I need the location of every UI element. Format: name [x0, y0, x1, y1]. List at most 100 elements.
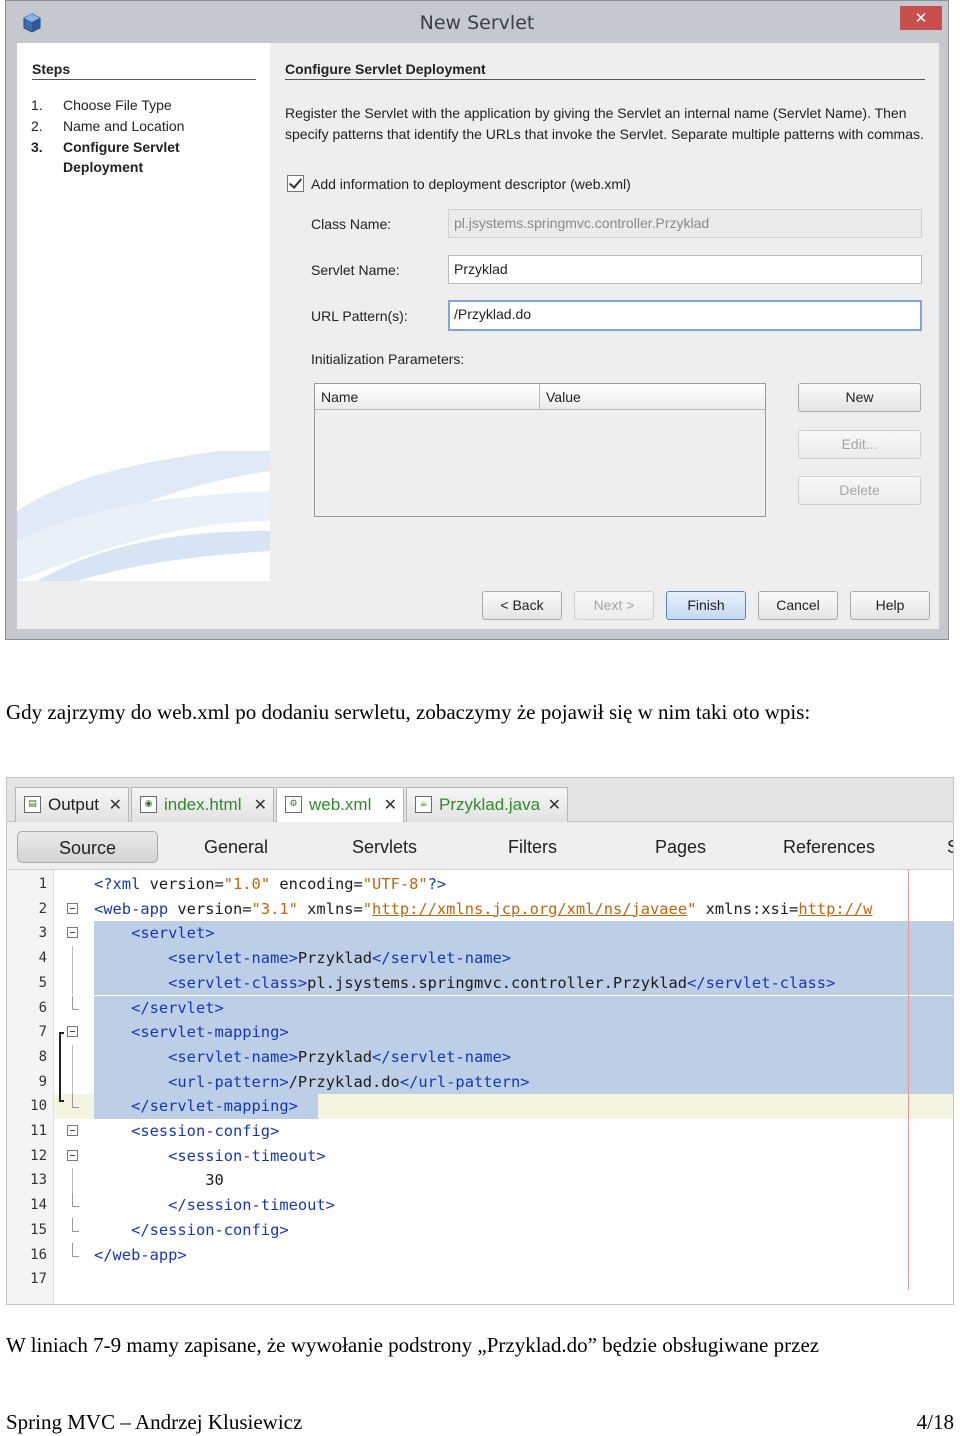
view-tab-references[interactable]: References	[783, 831, 875, 863]
code-line[interactable]: 6 </servlet>	[7, 995, 953, 1021]
line-number: 12	[30, 1147, 47, 1164]
code-text[interactable]: </servlet>	[94, 996, 224, 1021]
finish-button[interactable]: Finish	[666, 591, 746, 620]
back-button[interactable]: < Back	[482, 591, 562, 620]
fold-collapse-icon[interactable]	[67, 1149, 78, 1161]
line-number: 13	[30, 1172, 47, 1189]
selection-highlight	[94, 921, 953, 947]
close-icon[interactable]: ✕	[548, 788, 561, 821]
code-text[interactable]: <web-app version="3.1" xmlns="http://xml…	[94, 897, 872, 922]
fold-end-marker	[72, 1094, 79, 1109]
step-item: 2. Name and Location	[31, 116, 243, 136]
code-text[interactable]: <servlet-mapping>	[94, 1020, 289, 1045]
code-line[interactable]: 7 <servlet-mapping>	[7, 1020, 953, 1045]
code-line[interactable]: 13 30	[7, 1168, 953, 1194]
code-line[interactable]: 15 </session-config>	[7, 1217, 953, 1243]
tab-index-html[interactable]: ◉ index.html ✕	[131, 787, 274, 822]
fold-guide	[72, 1069, 73, 1095]
fold-collapse-icon[interactable]	[67, 902, 78, 914]
fold-collapse-icon[interactable]	[67, 1125, 78, 1136]
close-icon[interactable]: ✕	[109, 788, 122, 821]
step-label: Choose File Type	[63, 97, 172, 113]
code-area[interactable]: 1 <?xml version="1.0" encoding="UTF-8"?> 2…	[7, 870, 953, 1304]
code-line[interactable]: 14 </session-timeout>	[7, 1193, 953, 1218]
code-line[interactable]: 1 <?xml version="1.0" encoding="UTF-8"?>	[7, 872, 953, 897]
code-line[interactable]: 16 </web-app>	[7, 1242, 953, 1268]
edit-param-button[interactable]: Edit...	[798, 430, 921, 459]
new-param-button[interactable]: New	[798, 383, 921, 412]
tab-przyklad-java[interactable]: ☕ Przyklad.java ✕	[406, 787, 568, 822]
view-tab-source[interactable]: Source	[17, 831, 158, 863]
code-editor: ▤ Output ✕ ◉ index.html ✕ ⚙ web.xml ✕ ☕ …	[6, 777, 954, 1305]
close-icon[interactable]: ✕	[254, 788, 267, 821]
code-line[interactable]: 9 <url-pattern>/Przyklad.do</url-pattern…	[7, 1069, 953, 1095]
next-button[interactable]: Next >	[574, 591, 654, 620]
right-margin-guide	[908, 870, 909, 1290]
fold-end-marker	[72, 995, 79, 1010]
code-text[interactable]: </servlet-mapping>	[94, 1094, 298, 1119]
fold-end-marker	[72, 1242, 79, 1257]
delete-param-button[interactable]: Delete	[798, 476, 921, 505]
code-text[interactable]: 30	[94, 1168, 224, 1193]
close-icon[interactable]: ✕	[384, 788, 397, 821]
view-tab-security[interactable]: S	[947, 831, 953, 863]
column-header-value[interactable]: Value	[540, 384, 765, 410]
code-line[interactable]: 5 <servlet-class>pl.jsystems.springmvc.c…	[7, 970, 953, 996]
close-button[interactable]: ✕	[900, 6, 942, 30]
code-line[interactable]: 11 <session-config>	[7, 1119, 953, 1144]
code-text[interactable]: <servlet-name>Przyklad</servlet-name>	[94, 1045, 511, 1070]
tab-label: web.xml	[309, 795, 372, 814]
view-tab-filters[interactable]: Filters	[508, 831, 557, 863]
fold-collapse-icon[interactable]	[67, 927, 78, 939]
page-number: 4/18	[916, 1410, 954, 1434]
code-line[interactable]: 3 <servlet>	[7, 921, 953, 947]
view-tab-bar: Source General Servlets Filters Pages Re…	[7, 822, 953, 870]
dialog-title: New Servlet	[419, 12, 535, 34]
section-divider	[285, 79, 925, 80]
code-line[interactable]: 10 </servlet-mapping>	[7, 1094, 953, 1119]
tab-label: Output	[48, 795, 100, 814]
view-tab-general[interactable]: General	[204, 831, 268, 863]
column-header-name[interactable]: Name	[315, 384, 540, 410]
tab-web-xml[interactable]: ⚙ web.xml ✕	[276, 787, 404, 822]
code-text[interactable]: </session-config>	[94, 1218, 289, 1243]
view-tab-servlets[interactable]: Servlets	[352, 831, 417, 863]
init-params-label: Initialization Parameters:	[311, 351, 465, 367]
line-number: 4	[38, 950, 47, 967]
fold-collapse-icon[interactable]	[67, 1026, 78, 1038]
view-tab-pages[interactable]: Pages	[655, 831, 706, 863]
paragraph-explanation: W liniach 7-9 mamy zapisane, że wywołani…	[6, 1333, 820, 1357]
code-line[interactable]: 4 <servlet-name>Przyklad</servlet-name>	[7, 946, 953, 971]
code-text[interactable]: <servlet-name>Przyklad</servlet-name>	[94, 946, 511, 971]
tab-output[interactable]: ▤ Output ✕	[15, 787, 129, 822]
cancel-button[interactable]: Cancel	[758, 591, 838, 620]
java-file-icon: ☕	[415, 796, 432, 813]
code-line[interactable]: 8 <servlet-name>Przyklad</servlet-name>	[7, 1044, 953, 1070]
code-text[interactable]: </web-app>	[94, 1243, 187, 1268]
line-number: 8	[38, 1048, 47, 1065]
code-text[interactable]: <session-timeout>	[94, 1144, 326, 1169]
code-line[interactable]: 12 <session-timeout>	[7, 1144, 953, 1169]
servlet-name-field[interactable]: Przyklad	[448, 255, 922, 284]
code-text[interactable]: <servlet-class>pl.jsystems.springmvc.con…	[94, 971, 835, 996]
add-info-checkbox[interactable]	[287, 175, 304, 192]
url-pattern-field[interactable]: /Przyklad.do	[448, 300, 922, 331]
help-button[interactable]: Help	[850, 591, 930, 620]
fold-guide	[72, 946, 73, 971]
line-number: 3	[38, 925, 47, 942]
line-number: 1	[38, 876, 47, 892]
init-params-table[interactable]: Name Value	[314, 383, 766, 517]
code-text[interactable]: <servlet>	[94, 921, 214, 946]
add-info-checkbox-row[interactable]: Add information to deployment descriptor…	[287, 175, 631, 192]
xml-file-icon: ⚙	[285, 796, 302, 813]
code-text[interactable]: <url-pattern>/Przyklad.do</url-pattern>	[94, 1070, 529, 1095]
code-text[interactable]: <?xml version="1.0" encoding="UTF-8"?>	[94, 872, 446, 897]
description-text: Register the Servlet with the applicatio…	[285, 105, 924, 142]
line-number: 5	[38, 974, 47, 991]
code-line[interactable]: 17	[7, 1267, 953, 1292]
code-text[interactable]: <session-config>	[94, 1119, 279, 1144]
title-bar[interactable]: New Servlet ✕	[6, 1, 948, 45]
code-text[interactable]: </session-timeout>	[94, 1193, 335, 1218]
line-number: 7	[38, 1024, 47, 1041]
code-line[interactable]: 2 <web-app version="3.1" xmlns="http://xm…	[7, 897, 953, 922]
